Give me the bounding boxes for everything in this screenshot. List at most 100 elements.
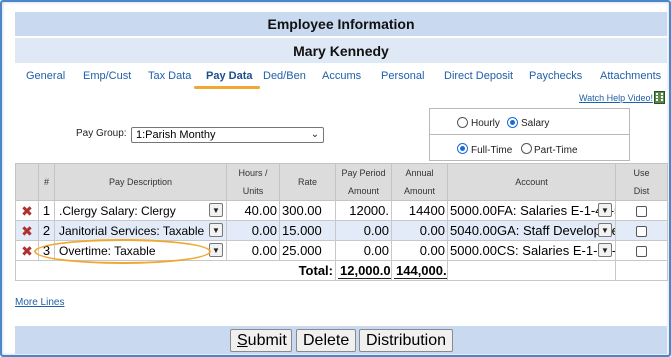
rate-input[interactable]: 300.00 xyxy=(279,200,336,221)
watch-help-video-link[interactable]: Watch Help Video! xyxy=(579,93,653,103)
col-annual-line2: Amount xyxy=(403,186,436,196)
part-time-label: Part-Time xyxy=(534,145,578,156)
col-hours-line1: Hours / xyxy=(238,168,268,178)
rate-input[interactable]: 25.000 xyxy=(279,240,336,261)
tab-emp-cust[interactable]: Emp/Cust xyxy=(83,70,131,82)
pay-group-value: 1:Parish Monthy xyxy=(136,129,216,141)
pay-period-amount-input[interactable]: 0.00 xyxy=(335,240,392,261)
pay-period-amount-input[interactable]: 12000. xyxy=(335,200,392,221)
use-dist-checkbox[interactable] xyxy=(636,246,647,258)
use-dist-checkbox[interactable] xyxy=(636,226,647,238)
total-label: Total: xyxy=(15,260,336,281)
pay-lines-table: # Pay Description Hours / Units Rate Pay … xyxy=(15,163,668,281)
col-period-line2: Amount xyxy=(347,186,380,196)
pay-description-value: Overtime: Taxable xyxy=(59,244,156,258)
tab-accums[interactable]: Accums xyxy=(322,70,361,82)
col-delete xyxy=(15,163,39,201)
col-rate: Rate xyxy=(279,163,336,201)
tab-attachments[interactable]: Attachments xyxy=(600,70,661,82)
tab-personal[interactable]: Personal xyxy=(381,70,424,82)
salary-label: Salary xyxy=(521,118,550,129)
col-use-line1: Use xyxy=(633,168,650,178)
submit-label: ubmit xyxy=(247,332,287,349)
chevron-down-icon: ▼ xyxy=(598,223,612,237)
use-dist-cell xyxy=(615,200,668,221)
pay-description-value: Janitorial Services: Taxable xyxy=(59,224,205,238)
totals-row: Total: 12,000.00 144,000.00 xyxy=(15,260,668,281)
col-hours-units: Hours / Units xyxy=(226,163,280,201)
use-dist-cell xyxy=(615,240,668,261)
delete-row-button[interactable]: ✖ xyxy=(15,220,39,241)
salary-radio[interactable] xyxy=(507,117,518,128)
tab-pay-data[interactable]: Pay Data xyxy=(206,70,252,82)
pay-group-label: Pay Group: xyxy=(76,128,127,139)
chevron-down-icon: ▼ xyxy=(598,203,612,217)
full-time-radio[interactable] xyxy=(457,143,468,154)
pay-description-select[interactable]: .Clergy Salary: Clergy ▼ xyxy=(54,200,227,221)
account-value: 5000.00CS: Salaries E-1-50-5( xyxy=(450,243,616,258)
col-hours-line2: Units xyxy=(242,186,264,196)
col-pay-period-amount: Pay Period Amount xyxy=(335,163,392,201)
total-annual: 144,000.00 xyxy=(391,260,448,281)
delete-row-button[interactable]: ✖ xyxy=(15,200,39,221)
col-num: # xyxy=(38,163,55,201)
rate-input[interactable]: 15.000 xyxy=(279,220,336,241)
chevron-down-icon: ▼ xyxy=(598,243,612,257)
part-time-radio[interactable] xyxy=(521,143,532,154)
col-annual-line1: Annual xyxy=(405,168,434,178)
hourly-label: Hourly xyxy=(471,118,500,129)
col-use-dist: Use Dist xyxy=(615,163,668,201)
options-divider xyxy=(429,134,630,135)
hours-input[interactable]: 40.00 xyxy=(226,200,280,221)
hours-input[interactable]: 0.00 xyxy=(226,220,280,241)
table-row: ✖ 2 Janitorial Services: Taxable ▼ 0.00 1… xyxy=(15,220,668,241)
col-annual-amount: Annual Amount xyxy=(391,163,448,201)
annual-amount-input[interactable]: 14400 xyxy=(391,200,448,221)
tab-general[interactable]: General xyxy=(26,70,65,82)
chevron-down-icon: ▼ xyxy=(209,203,223,217)
table-header: # Pay Description Hours / Units Rate Pay … xyxy=(15,163,668,201)
account-select[interactable]: 5000.00FA: Salaries E-1-40-5(▼ xyxy=(447,200,616,221)
col-pay-description: Pay Description xyxy=(54,163,227,201)
pay-description-select[interactable]: Janitorial Services: Taxable ▼ xyxy=(54,220,227,241)
submit-access-key: S xyxy=(237,332,248,349)
hourly-radio[interactable] xyxy=(457,117,468,128)
col-use-line2: Dist xyxy=(633,186,650,196)
hours-input[interactable]: 0.00 xyxy=(226,240,280,261)
delete-row-button[interactable]: ✖ xyxy=(15,240,39,261)
account-value: 5000.00FA: Salaries E-1-40-5( xyxy=(450,203,616,218)
annual-amount-input[interactable]: 0.00 xyxy=(391,220,448,241)
tab-paychecks[interactable]: Paychecks xyxy=(529,70,582,82)
annual-amount-input[interactable]: 0.00 xyxy=(391,240,448,261)
distribution-button[interactable]: Distribution xyxy=(359,329,453,352)
delete-x-icon: ✖ xyxy=(21,222,33,239)
account-select[interactable]: 5000.00CS: Salaries E-1-50-5(▼ xyxy=(447,240,616,261)
account-select[interactable]: 5040.00GA: Staff Developmen ▼ xyxy=(447,220,616,241)
chevron-down-icon: ▼ xyxy=(209,243,223,257)
pay-group-select[interactable]: 1:Parish Monthy ⌄ xyxy=(131,127,324,143)
use-dist-checkbox[interactable] xyxy=(636,206,647,218)
tab-tax-data[interactable]: Tax Data xyxy=(148,70,191,82)
total-spacer xyxy=(447,260,616,281)
tab-ded-ben[interactable]: Ded/Ben xyxy=(263,70,306,82)
full-time-label: Full-Time xyxy=(471,145,513,156)
col-account: Account xyxy=(447,163,616,201)
pay-description-select[interactable]: Overtime: Taxable ▼ xyxy=(54,240,227,261)
more-lines-link[interactable]: More Lines xyxy=(15,297,64,308)
delete-x-icon: ✖ xyxy=(21,242,33,259)
active-tab-indicator xyxy=(194,86,260,89)
row-number: 2 xyxy=(38,220,55,241)
row-number: 3 xyxy=(38,240,55,261)
total-pay-period: 12,000.00 xyxy=(335,260,392,281)
film-icon[interactable] xyxy=(654,91,665,104)
delete-button[interactable]: Delete xyxy=(296,329,356,352)
total-pay-period-value: 12,000.00 xyxy=(338,263,391,279)
employee-name: Mary Kennedy xyxy=(15,38,667,63)
total-spacer xyxy=(615,260,668,281)
table-row: ✖ 1 .Clergy Salary: Clergy ▼ 40.00 300.00… xyxy=(15,200,668,221)
tab-direct-deposit[interactable]: Direct Deposit xyxy=(444,70,513,82)
table-row: ✖ 3 Overtime: Taxable ▼ 0.00 25.000 0.00 … xyxy=(15,240,668,261)
page-title: Employee Information xyxy=(15,12,667,37)
pay-period-amount-input[interactable]: 0.00 xyxy=(335,220,392,241)
submit-button[interactable]: Submit xyxy=(230,329,292,352)
